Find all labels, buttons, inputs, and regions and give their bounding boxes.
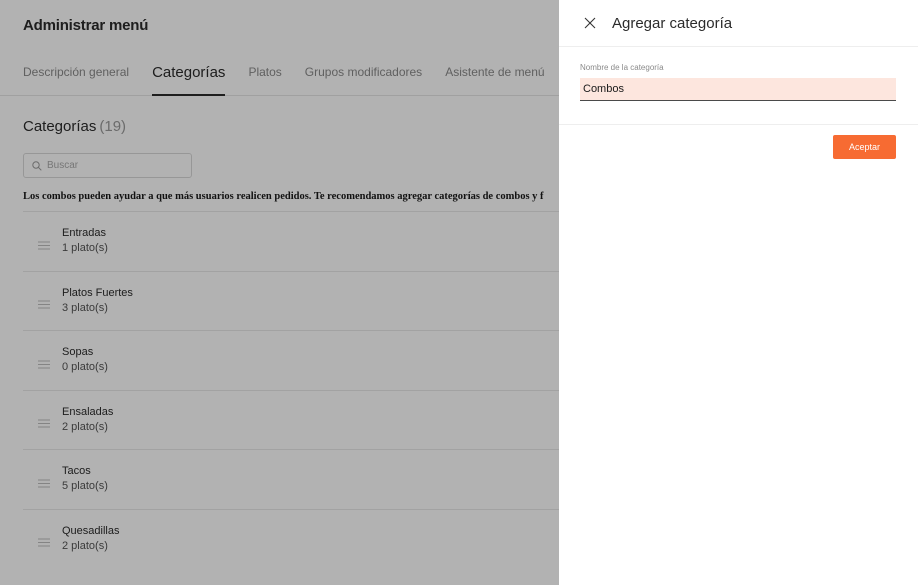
category-name-field[interactable]	[583, 83, 833, 95]
category-form: Nombre de la categoría	[559, 47, 918, 125]
drawer-actions: Aceptar	[559, 125, 918, 159]
category-name-label: Nombre de la categoría	[580, 63, 664, 72]
add-category-drawer: Agregar categoría Nombre de la categoría…	[559, 0, 918, 585]
drawer-title: Agregar categoría	[612, 14, 733, 32]
modal-backdrop[interactable]	[0, 0, 559, 585]
category-name-field-wrapper[interactable]	[580, 78, 896, 101]
close-icon[interactable]	[584, 17, 596, 29]
accept-button[interactable]: Aceptar	[833, 135, 896, 159]
drawer-header: Agregar categoría	[559, 0, 918, 47]
